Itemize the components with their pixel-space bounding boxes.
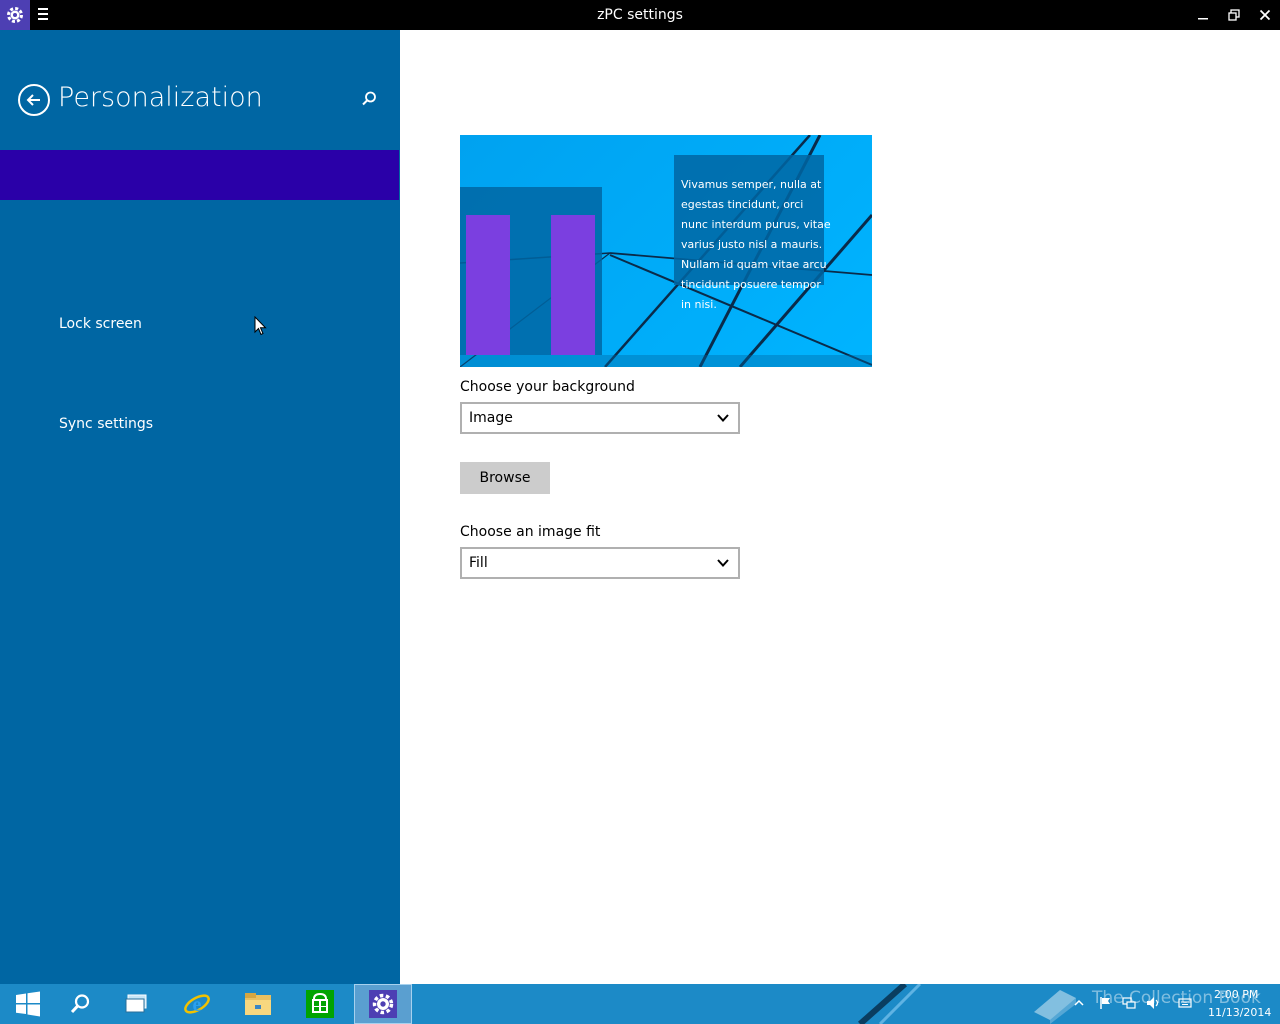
task-view-button[interactable] <box>109 984 165 1024</box>
minimize-icon <box>1198 18 1208 20</box>
internet-explorer-icon: e <box>184 994 210 1016</box>
preview-tile <box>466 215 510 355</box>
sidebar-item-selected[interactable] <box>0 150 399 200</box>
taskbar: e The Collection Book 2:00 PM 11/13/2014 <box>0 984 1280 1024</box>
mouse-cursor-icon <box>254 316 267 336</box>
background-dropdown[interactable]: Image <box>460 402 740 434</box>
settings-app-icon[interactable] <box>0 0 30 30</box>
back-button[interactable] <box>18 84 50 116</box>
gear-icon <box>369 990 397 1018</box>
start-button[interactable] <box>0 984 56 1024</box>
volume-icon[interactable] <box>1146 996 1160 1010</box>
store-icon <box>306 990 334 1018</box>
clock-time[interactable]: 2:00 PM <box>1214 988 1258 1001</box>
sidebar-item-lock-screen[interactable]: Lock screen <box>59 316 142 332</box>
search-icon <box>70 994 90 1014</box>
settings-taskbar-button[interactable] <box>354 984 412 1024</box>
background-dropdown-value: Image <box>469 410 513 426</box>
image-fit-dropdown-value: Fill <box>469 555 488 571</box>
background-label: Choose your background <box>460 379 635 395</box>
action-center-flag-icon[interactable] <box>1098 996 1112 1010</box>
restore-icon <box>1228 9 1240 21</box>
window-title: zPC settings <box>597 7 683 23</box>
search-icon <box>362 91 376 106</box>
show-hidden-icons-icon[interactable] <box>1072 996 1086 1010</box>
image-fit-label: Choose an image fit <box>460 524 601 540</box>
keyboard-icon[interactable] <box>1178 996 1192 1010</box>
task-view-icon <box>125 994 147 1013</box>
gear-icon <box>7 7 23 23</box>
taskbar-search-button[interactable] <box>52 984 108 1024</box>
browse-button[interactable]: Browse <box>460 462 550 494</box>
title-bar: zPC settings <box>0 0 1280 30</box>
store-button[interactable] <box>292 984 348 1024</box>
image-fit-dropdown[interactable]: Fill <box>460 547 740 579</box>
minimize-button[interactable] <box>1187 0 1219 30</box>
sidebar: Personalization Lock screen Sync setting… <box>0 30 400 984</box>
network-icon[interactable] <box>1122 996 1136 1010</box>
background-preview: Vivamus semper, nulla at egestas tincidu… <box>460 135 872 367</box>
back-arrow-icon <box>26 94 40 106</box>
file-explorer-button[interactable] <box>230 984 286 1024</box>
preview-tile <box>551 215 595 355</box>
sidebar-item-sync-settings[interactable]: Sync settings <box>59 416 153 432</box>
folder-icon <box>245 993 271 1015</box>
search-button[interactable] <box>360 90 380 110</box>
page-title: Personalization <box>58 82 263 113</box>
close-button[interactable] <box>1249 0 1280 30</box>
close-icon <box>1259 9 1271 21</box>
windows-logo-icon <box>16 991 40 1017</box>
svg-text:e: e <box>193 994 202 1016</box>
menu-icon[interactable] <box>38 8 52 22</box>
clock-date[interactable]: 11/13/2014 <box>1208 1006 1271 1019</box>
preview-taskbar <box>460 355 872 367</box>
internet-explorer-button[interactable]: e <box>169 984 225 1024</box>
restore-button[interactable] <box>1218 0 1250 30</box>
chevron-down-icon <box>717 414 729 422</box>
chevron-down-icon <box>717 559 729 567</box>
preview-sample-text: Vivamus semper, nulla at egestas tincidu… <box>681 178 831 311</box>
